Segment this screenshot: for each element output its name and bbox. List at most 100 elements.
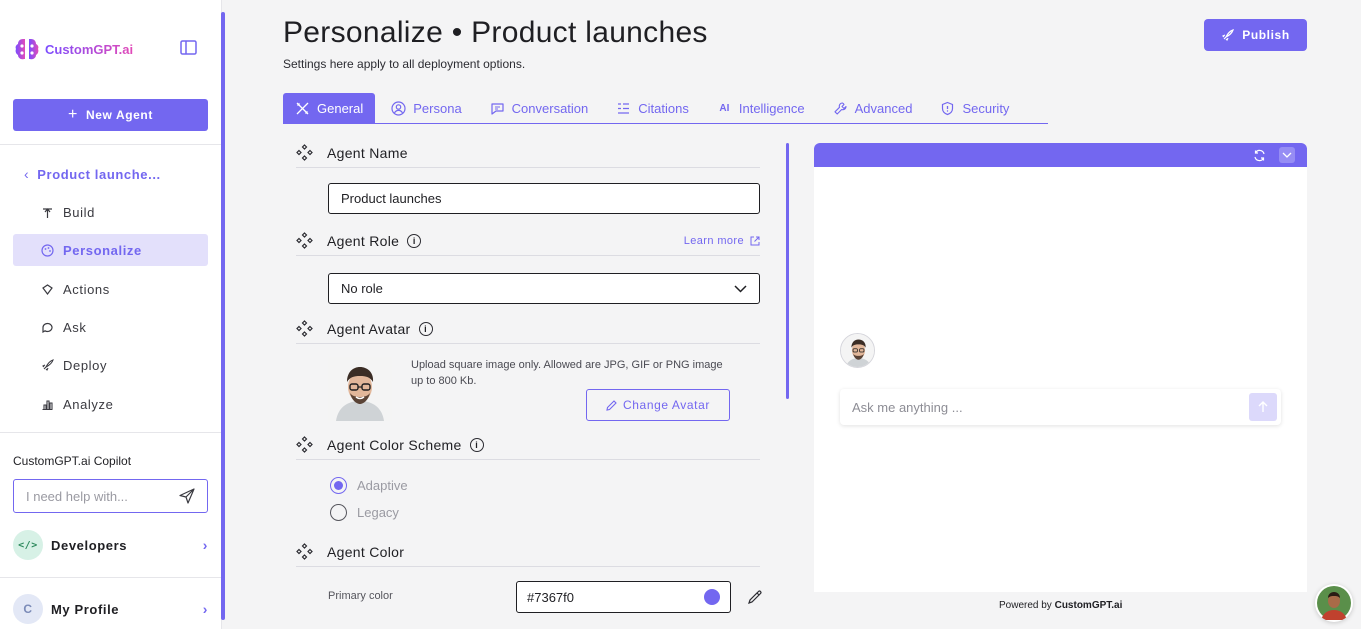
tab-label: Advanced (854, 100, 913, 116)
chart-icon (42, 399, 53, 410)
divider (0, 577, 221, 578)
drag-handle-icon[interactable] (296, 144, 313, 161)
primary-color-input[interactable]: #7367f0 (516, 581, 731, 613)
tab-general[interactable]: General (283, 93, 376, 123)
external-link-icon (750, 236, 760, 245)
rocket-icon (42, 358, 54, 371)
wrench-icon (834, 101, 847, 115)
developers-label: Developers (51, 537, 128, 553)
rocket-icon (1222, 28, 1235, 41)
agent-name-value: Product launches (341, 191, 442, 206)
info-icon[interactable]: i (407, 233, 422, 248)
settings-tabs: General Persona Conversation Citations A… (283, 93, 1048, 124)
support-avatar-icon (1317, 586, 1351, 620)
publish-label: Publish (1242, 28, 1290, 42)
chat-input[interactable]: Ask me anything ... (840, 389, 1281, 425)
info-icon[interactable]: i (469, 437, 484, 452)
drag-handle-icon[interactable] (296, 320, 313, 337)
publish-button[interactable]: Publish (1204, 19, 1307, 51)
agent-name-label: Agent Name (327, 144, 408, 161)
code-icon: </> (13, 530, 43, 560)
tab-citations[interactable]: Citations (604, 93, 701, 123)
chevron-right-icon: › (202, 601, 208, 617)
bot-avatar (840, 333, 875, 368)
tab-conversation[interactable]: Conversation (478, 93, 601, 123)
send-button[interactable] (1249, 393, 1277, 421)
citations-icon (618, 102, 630, 114)
persona-icon (391, 100, 406, 116)
chat-placeholder: Ask me anything ... (852, 399, 963, 415)
logo-text: CustomGPT.ai (45, 41, 134, 57)
info-icon[interactable]: i (418, 321, 433, 336)
sidebar-item-label: Actions (63, 281, 110, 297)
learn-more-label: Learn more (683, 234, 744, 247)
send-icon[interactable] (179, 488, 195, 504)
agent-name-input[interactable]: Product launches (328, 183, 760, 214)
drag-handle-icon[interactable] (296, 436, 313, 453)
brain-logo-icon (15, 39, 39, 60)
chevron-down-icon (734, 284, 747, 293)
pencil-icon (606, 399, 617, 411)
agent-color-label: Agent Color (327, 543, 405, 560)
color-swatch[interactable] (704, 589, 720, 605)
agent-color-section: Agent Color (296, 537, 760, 567)
sidebar-item-ask[interactable]: Ask (13, 311, 208, 343)
page-title: Personalize • Product launches (283, 16, 708, 49)
agent-name-label: Product launche... (37, 166, 161, 182)
copilot-title: CustomGPT.ai Copilot (13, 454, 132, 468)
support-chat-button[interactable] (1315, 584, 1353, 622)
agent-avatar-label: Agent Avatar (327, 320, 411, 337)
sidebar-item-label: Build (63, 204, 95, 220)
powered-by: Powered by CustomGPT.ai (999, 600, 1122, 611)
tab-label: Security (962, 100, 1010, 116)
developers-link[interactable]: </> Developers › (13, 530, 208, 560)
drag-handle-icon[interactable] (296, 543, 313, 560)
avatar-description: Upload square image only. Allowed are JP… (411, 359, 723, 387)
my-profile-link[interactable]: C My Profile › (13, 594, 208, 624)
primary-color-label: Primary color (328, 590, 393, 602)
tab-persona[interactable]: Persona (379, 93, 473, 123)
tab-label: Citations (638, 100, 689, 116)
agent-role-select[interactable]: No role (328, 273, 760, 304)
eyedropper-icon[interactable] (747, 589, 763, 605)
logo[interactable]: CustomGPT.ai (13, 35, 133, 63)
person-avatar-icon (841, 334, 874, 367)
tab-advanced[interactable]: Advanced (821, 93, 925, 123)
learn-more-link[interactable]: Learn more (684, 235, 760, 247)
sidebar-item-actions[interactable]: Actions (13, 273, 208, 305)
sidebar-item-analyze[interactable]: Analyze (13, 388, 208, 420)
agent-avatar-image (328, 357, 392, 421)
plus-icon: + (68, 106, 78, 123)
drag-handle-icon[interactable] (296, 232, 313, 249)
shield-icon (942, 101, 954, 115)
divider (0, 144, 221, 145)
sidebar-item-personalize[interactable]: Personalize (13, 234, 208, 266)
sidebar-item-build[interactable]: Build (13, 196, 208, 228)
primary-color-value: #7367f0 (527, 589, 574, 605)
tab-intelligence[interactable]: AI Intelligence (705, 93, 817, 123)
chat-preview: Ask me anything ... (814, 143, 1307, 592)
sidebar-item-deploy[interactable]: Deploy (13, 349, 208, 381)
agent-name-section: Agent Name (296, 138, 760, 168)
chevron-down-icon[interactable] (1279, 147, 1295, 163)
refresh-icon[interactable] (1251, 147, 1267, 163)
radio-selected[interactable] (330, 477, 347, 494)
divider (0, 432, 221, 433)
back-to-agent-link[interactable]: ‹ Product launche... (24, 166, 161, 182)
copilot-input[interactable]: I need help with... (13, 479, 208, 513)
tab-label: Persona (413, 100, 462, 116)
form-scrollbar[interactable] (786, 143, 789, 399)
sidebar-collapse-icon[interactable] (180, 40, 197, 55)
sidebar-item-label: Personalize (63, 242, 142, 258)
new-agent-button[interactable]: + New Agent (13, 99, 208, 131)
tab-label: Conversation (511, 100, 589, 116)
sidebar-scrollbar[interactable] (221, 12, 225, 620)
arrow-up-icon (1258, 401, 1268, 412)
scheme-option-legacy[interactable]: Legacy (330, 504, 399, 521)
profile-label: My Profile (51, 601, 120, 617)
change-avatar-button[interactable]: Change Avatar (586, 389, 730, 421)
avatar: C (13, 594, 43, 624)
scheme-option-adaptive[interactable]: Adaptive (330, 477, 408, 494)
tab-security[interactable]: Security (928, 93, 1021, 123)
radio-unselected[interactable] (330, 504, 347, 521)
